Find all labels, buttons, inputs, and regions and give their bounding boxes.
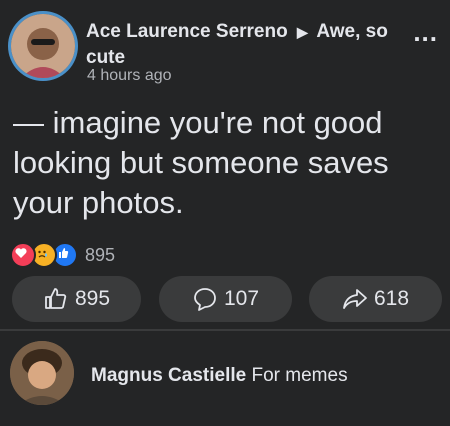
post-timestamp[interactable]: 4 hours ago <box>87 67 172 85</box>
commenter-avatar[interactable] <box>10 341 74 405</box>
share-arrow-icon <box>343 289 367 309</box>
commenter-name[interactable]: Magnus Castielle <box>91 365 246 386</box>
thumbs-up-icon <box>45 288 67 309</box>
comment-text: For memes <box>251 365 348 386</box>
comment-text-line: Magnus Castielle For memes <box>91 364 348 388</box>
like-button[interactable]: 895 <box>12 276 141 322</box>
share-count: 618 <box>373 287 410 310</box>
post-author-line: Ace Laurence Serreno ▶ Awe, so cute <box>86 19 406 71</box>
post-text: — imagine you're not good looking but so… <box>13 105 389 220</box>
post-header: Ace Laurence Serreno ▶ Awe, so cute 4 ho… <box>0 0 450 92</box>
author-avatar[interactable] <box>11 14 75 78</box>
post-actions: 895 107 618 <box>12 276 442 322</box>
love-reaction-icon <box>10 242 36 268</box>
comment-item: Magnus Castielle For memes <box>0 331 450 426</box>
comment-count: 107 <box>223 287 260 310</box>
reactions-summary[interactable]: 895 <box>10 242 115 268</box>
more-options-icon[interactable]: ... <box>413 19 438 45</box>
comment-bubble-icon <box>194 288 216 311</box>
reactions-count: 895 <box>85 244 116 265</box>
arrow-right-icon: ▶ <box>296 24 308 40</box>
share-button[interactable]: 618 <box>309 276 442 322</box>
like-count: 895 <box>74 287 111 310</box>
author-name[interactable]: Ace Laurence Serreno <box>86 21 288 42</box>
comment-button[interactable]: 107 <box>159 276 292 322</box>
